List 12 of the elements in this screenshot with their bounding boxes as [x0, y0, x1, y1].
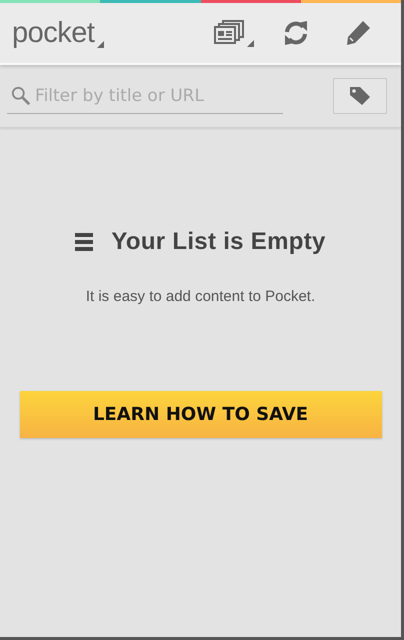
empty-title: Your List is Empty [111, 228, 326, 256]
empty-message: It is easy to add content to Pocket. [86, 288, 316, 305]
learn-button[interactable]: LEARN HOW TO SAVE [20, 391, 382, 438]
app-logo[interactable]: pocket [12, 16, 104, 50]
list-icon [75, 232, 94, 252]
filter-field[interactable]: Filter by title or URL [35, 86, 279, 106]
tag-button[interactable] [333, 78, 387, 114]
cards-icon[interactable] [212, 18, 256, 48]
refresh-icon[interactable] [282, 19, 310, 47]
pencil-icon[interactable] [345, 20, 371, 46]
tag-icon [349, 86, 371, 106]
search-icon [11, 84, 32, 106]
